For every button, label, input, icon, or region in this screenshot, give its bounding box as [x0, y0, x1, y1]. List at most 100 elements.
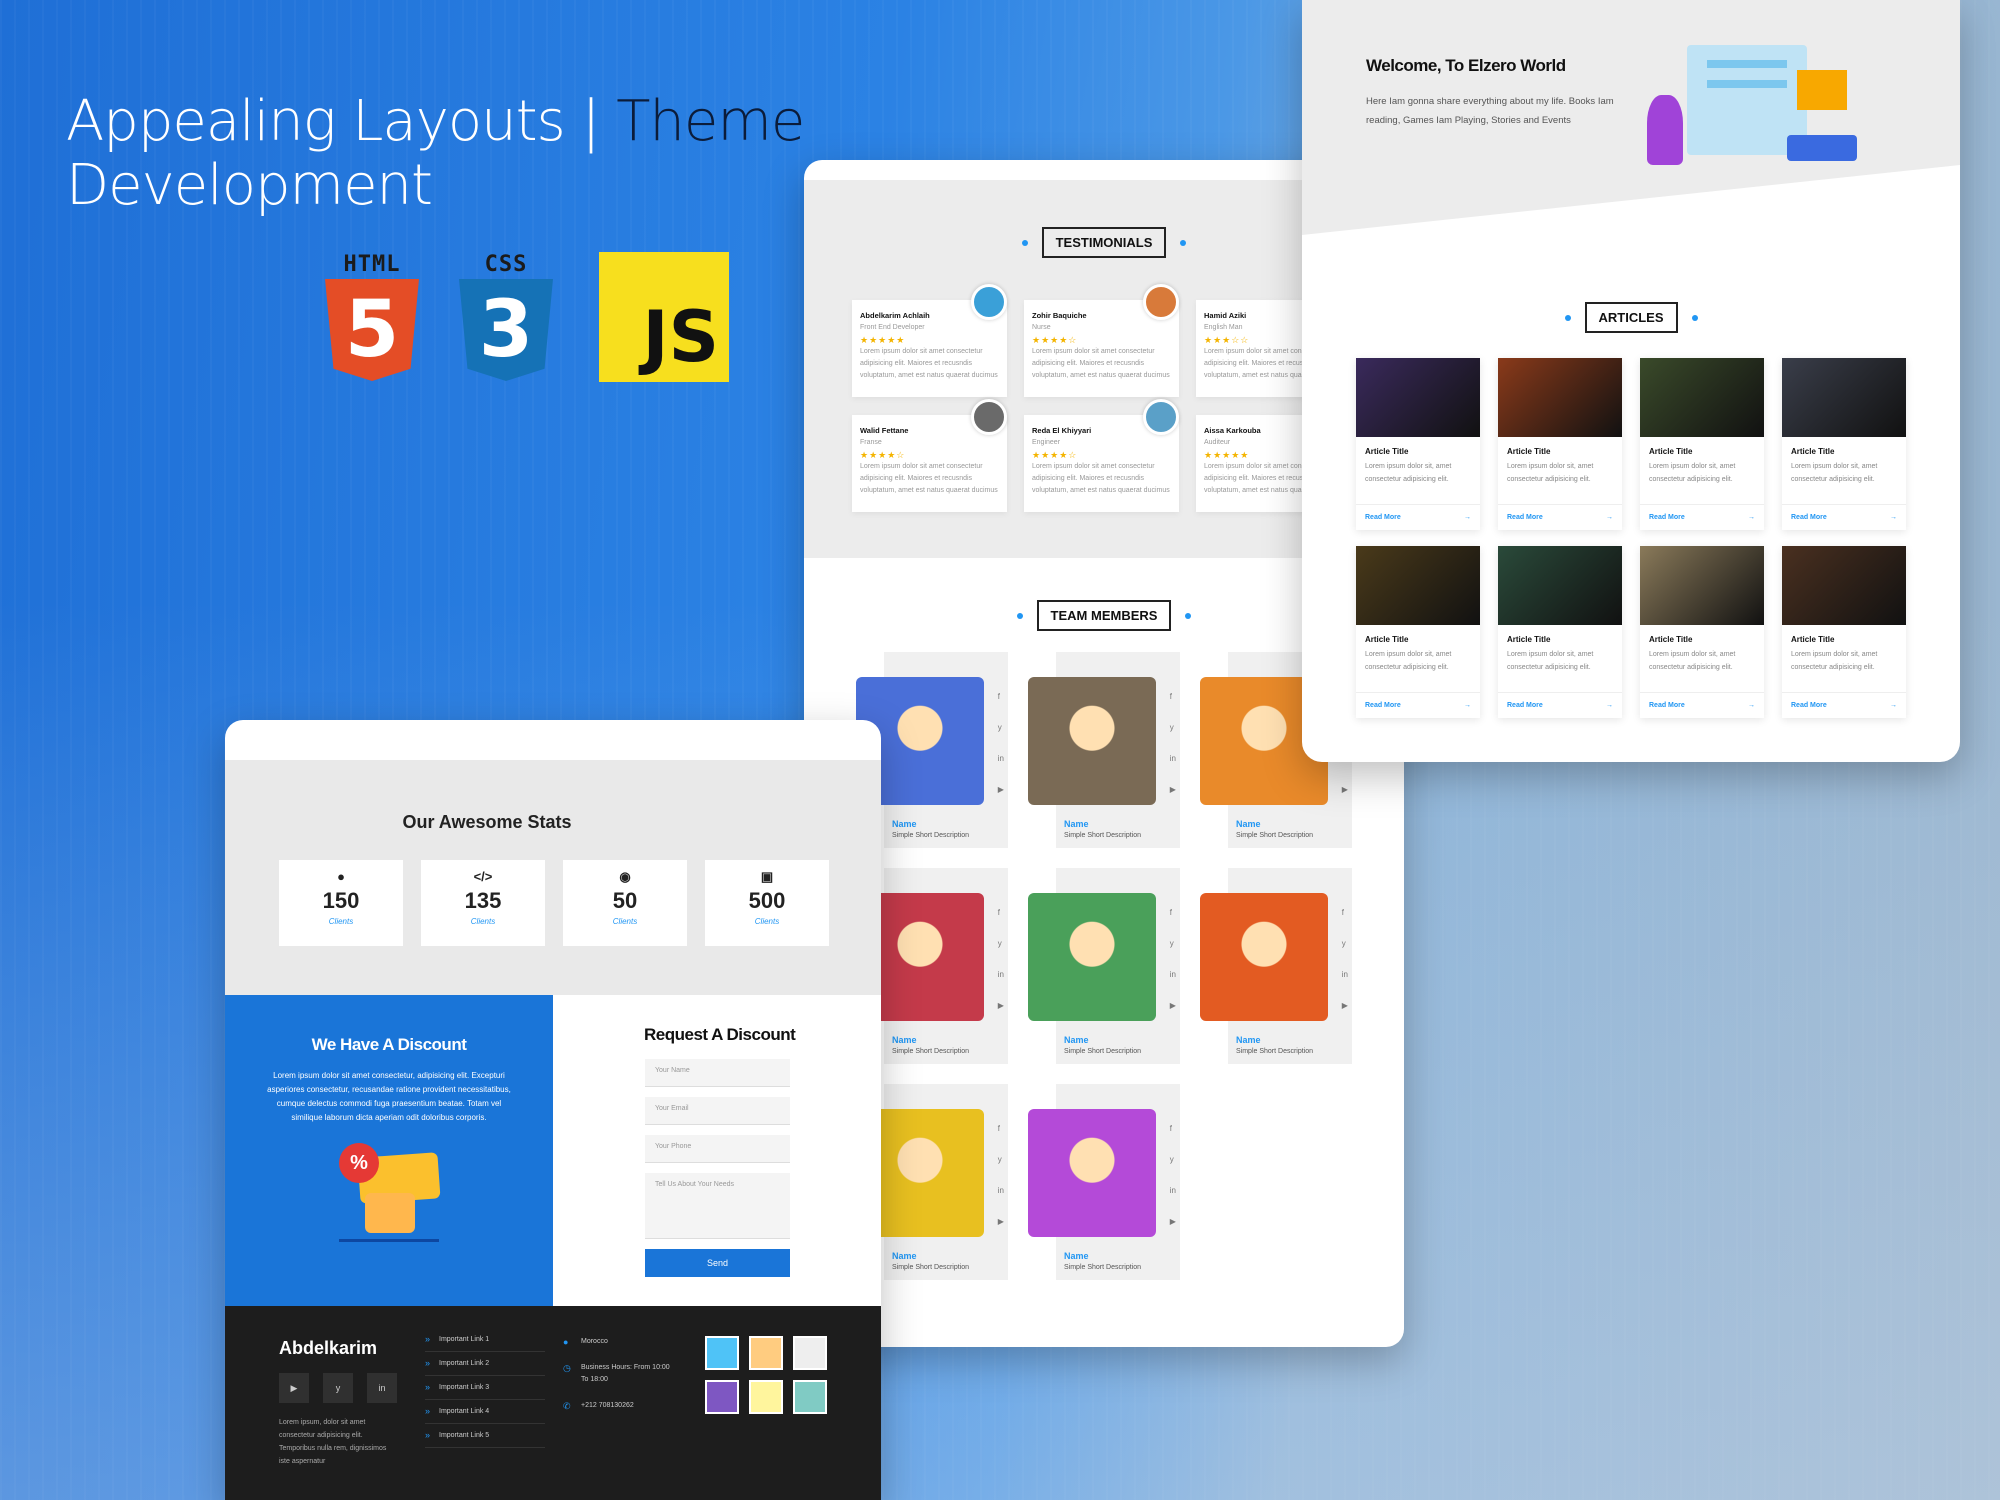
arrow-right-icon[interactable]: →: [1890, 702, 1897, 709]
arrow-right-icon[interactable]: →: [1748, 702, 1755, 709]
member-photo: [1028, 677, 1156, 805]
name-field[interactable]: Your Name: [645, 1059, 790, 1087]
youtube-icon[interactable]: ▶: [998, 1217, 1004, 1226]
article-card[interactable]: Article Title Lorem ipsum dolor sit, amet…: [1640, 546, 1764, 718]
article-title: Article Title: [1791, 635, 1835, 644]
facebook-icon[interactable]: f: [998, 908, 1004, 917]
gallery-thumbnail[interactable]: [749, 1336, 783, 1370]
arrow-right-icon[interactable]: →: [1748, 514, 1755, 521]
team-member: f y in ▶ Name Simple Short Description: [1024, 868, 1184, 1064]
gallery-thumbnail[interactable]: [705, 1336, 739, 1370]
footer-link[interactable]: Important Link 5: [425, 1424, 545, 1448]
youtube-icon[interactable]: ▶: [279, 1373, 309, 1403]
linkedin-icon[interactable]: in: [1342, 970, 1348, 979]
twitter-icon[interactable]: y: [1342, 939, 1348, 948]
rating-stars: ★★★★☆: [1032, 335, 1078, 345]
articles-grid: Article Title Lorem ipsum dolor sit, amet…: [1356, 358, 1906, 718]
linkedin-icon[interactable]: in: [998, 754, 1004, 763]
headline-appealing: Appealing Layouts: [66, 89, 566, 154]
needs-textarea[interactable]: Tell Us About Your Needs: [645, 1173, 790, 1239]
facebook-icon[interactable]: f: [1170, 908, 1176, 917]
youtube-icon[interactable]: ▶: [1170, 785, 1176, 794]
twitter-icon[interactable]: y: [998, 723, 1004, 732]
article-card[interactable]: Article Title Lorem ipsum dolor sit, amet…: [1498, 546, 1622, 718]
article-card[interactable]: Article Title Lorem ipsum dolor sit, amet…: [1782, 546, 1906, 718]
gallery-thumbnail[interactable]: [793, 1336, 827, 1370]
testimonial-card: Walid Fettane Franse ★★★★☆ Lorem ipsum dolo…: [852, 399, 1007, 512]
youtube-icon[interactable]: ▶: [1170, 1217, 1176, 1226]
linkedin-icon[interactable]: in: [998, 1186, 1004, 1195]
youtube-icon[interactable]: ▶: [998, 785, 1004, 794]
twitter-icon[interactable]: y: [1170, 723, 1176, 732]
arrow-right-icon[interactable]: →: [1464, 702, 1471, 709]
facebook-icon[interactable]: f: [1342, 908, 1348, 917]
article-image: [1498, 358, 1622, 437]
gallery-thumbnail[interactable]: [705, 1380, 739, 1414]
article-footer: Read More →: [1498, 504, 1622, 530]
facebook-icon[interactable]: f: [1170, 692, 1176, 701]
footer-link[interactable]: Important Link 4: [425, 1400, 545, 1424]
send-button[interactable]: Send: [645, 1249, 790, 1277]
arrow-right-icon[interactable]: →: [1890, 514, 1897, 521]
article-card[interactable]: Article Title Lorem ipsum dolor sit, amet…: [1498, 358, 1622, 530]
linkedin-icon[interactable]: in: [998, 970, 1004, 979]
footer-link[interactable]: Important Link 3: [425, 1376, 545, 1400]
read-more-link[interactable]: Read More: [1791, 514, 1827, 521]
footer-link[interactable]: Important Link 2: [425, 1352, 545, 1376]
testimonials-grid: Abdelkarim Achlaih Front End Developer ★★★…: [852, 284, 1351, 512]
member-name: Name: [892, 1035, 917, 1045]
article-card[interactable]: Article Title Lorem ipsum dolor sit, amet…: [1356, 546, 1480, 718]
location-text: Morocco: [581, 1338, 608, 1345]
read-more-link[interactable]: Read More: [1507, 702, 1543, 709]
linkedin-icon[interactable]: in: [367, 1373, 397, 1403]
css-caption: CSS: [484, 252, 528, 277]
linkedin-icon[interactable]: in: [1170, 970, 1176, 979]
article-image: [1356, 546, 1480, 625]
read-more-link[interactable]: Read More: [1649, 702, 1685, 709]
article-card[interactable]: Article Title Lorem ipsum dolor sit, amet…: [1640, 358, 1764, 530]
youtube-icon[interactable]: ▶: [1170, 1001, 1176, 1010]
footer-link[interactable]: Important Link 1: [425, 1328, 545, 1352]
testimonial-card: Zohir Baquiche Nurse ★★★★☆ Lorem ipsum dolo…: [1024, 284, 1179, 397]
avatar: [1143, 284, 1179, 320]
article-card[interactable]: Article Title Lorem ipsum dolor sit, amet…: [1356, 358, 1480, 530]
phone-field[interactable]: Your Phone: [645, 1135, 790, 1163]
gallery-thumbnail[interactable]: [793, 1380, 827, 1414]
article-description: Lorem ipsum dolor sit, amet consectetur …: [1791, 651, 1878, 671]
twitter-icon[interactable]: y: [323, 1373, 353, 1403]
twitter-icon[interactable]: y: [998, 939, 1004, 948]
avatar: [971, 399, 1007, 435]
gallery-thumbnail[interactable]: [749, 1380, 783, 1414]
facebook-icon[interactable]: f: [998, 1124, 1004, 1133]
read-more-link[interactable]: Read More: [1791, 702, 1827, 709]
linkedin-icon[interactable]: in: [1170, 1186, 1176, 1195]
article-card[interactable]: Article Title Lorem ipsum dolor sit, amet…: [1782, 358, 1906, 530]
article-footer: Read More →: [1782, 504, 1906, 530]
twitter-icon[interactable]: y: [998, 1155, 1004, 1164]
article-image: [1782, 546, 1906, 625]
read-more-link[interactable]: Read More: [1649, 514, 1685, 521]
welcome-text: Here Iam gonna share everything about my…: [1366, 96, 1614, 126]
arrow-right-icon[interactable]: →: [1606, 514, 1613, 521]
email-field[interactable]: Your Email: [645, 1097, 790, 1125]
location-icon: ●: [563, 1337, 569, 1347]
youtube-icon[interactable]: ▶: [1342, 785, 1348, 794]
youtube-icon[interactable]: ▶: [1342, 1001, 1348, 1010]
headline-theme: Theme: [616, 89, 805, 154]
linkedin-icon[interactable]: in: [1170, 754, 1176, 763]
read-more-link[interactable]: Read More: [1507, 514, 1543, 521]
discount-text: Lorem ipsum dolor sit amet consectetur, …: [267, 1071, 511, 1122]
twitter-icon[interactable]: y: [1170, 939, 1176, 948]
read-more-link[interactable]: Read More: [1365, 514, 1401, 521]
youtube-icon[interactable]: ▶: [998, 1001, 1004, 1010]
facebook-icon[interactable]: f: [998, 692, 1004, 701]
facebook-icon[interactable]: f: [1170, 1124, 1176, 1133]
twitter-icon[interactable]: y: [1170, 1155, 1176, 1164]
testimonial-text: Lorem ipsum dolor sit amet consectetur a…: [1032, 348, 1170, 379]
rating-stars: ★★★★★: [860, 335, 906, 345]
read-more-link[interactable]: Read More: [1365, 702, 1401, 709]
article-description: Lorem ipsum dolor sit, amet consectetur …: [1649, 651, 1736, 671]
request-discount-form: Request A Discount Your Name Your Email …: [553, 995, 881, 1306]
arrow-right-icon[interactable]: →: [1464, 514, 1471, 521]
arrow-right-icon[interactable]: →: [1606, 702, 1613, 709]
